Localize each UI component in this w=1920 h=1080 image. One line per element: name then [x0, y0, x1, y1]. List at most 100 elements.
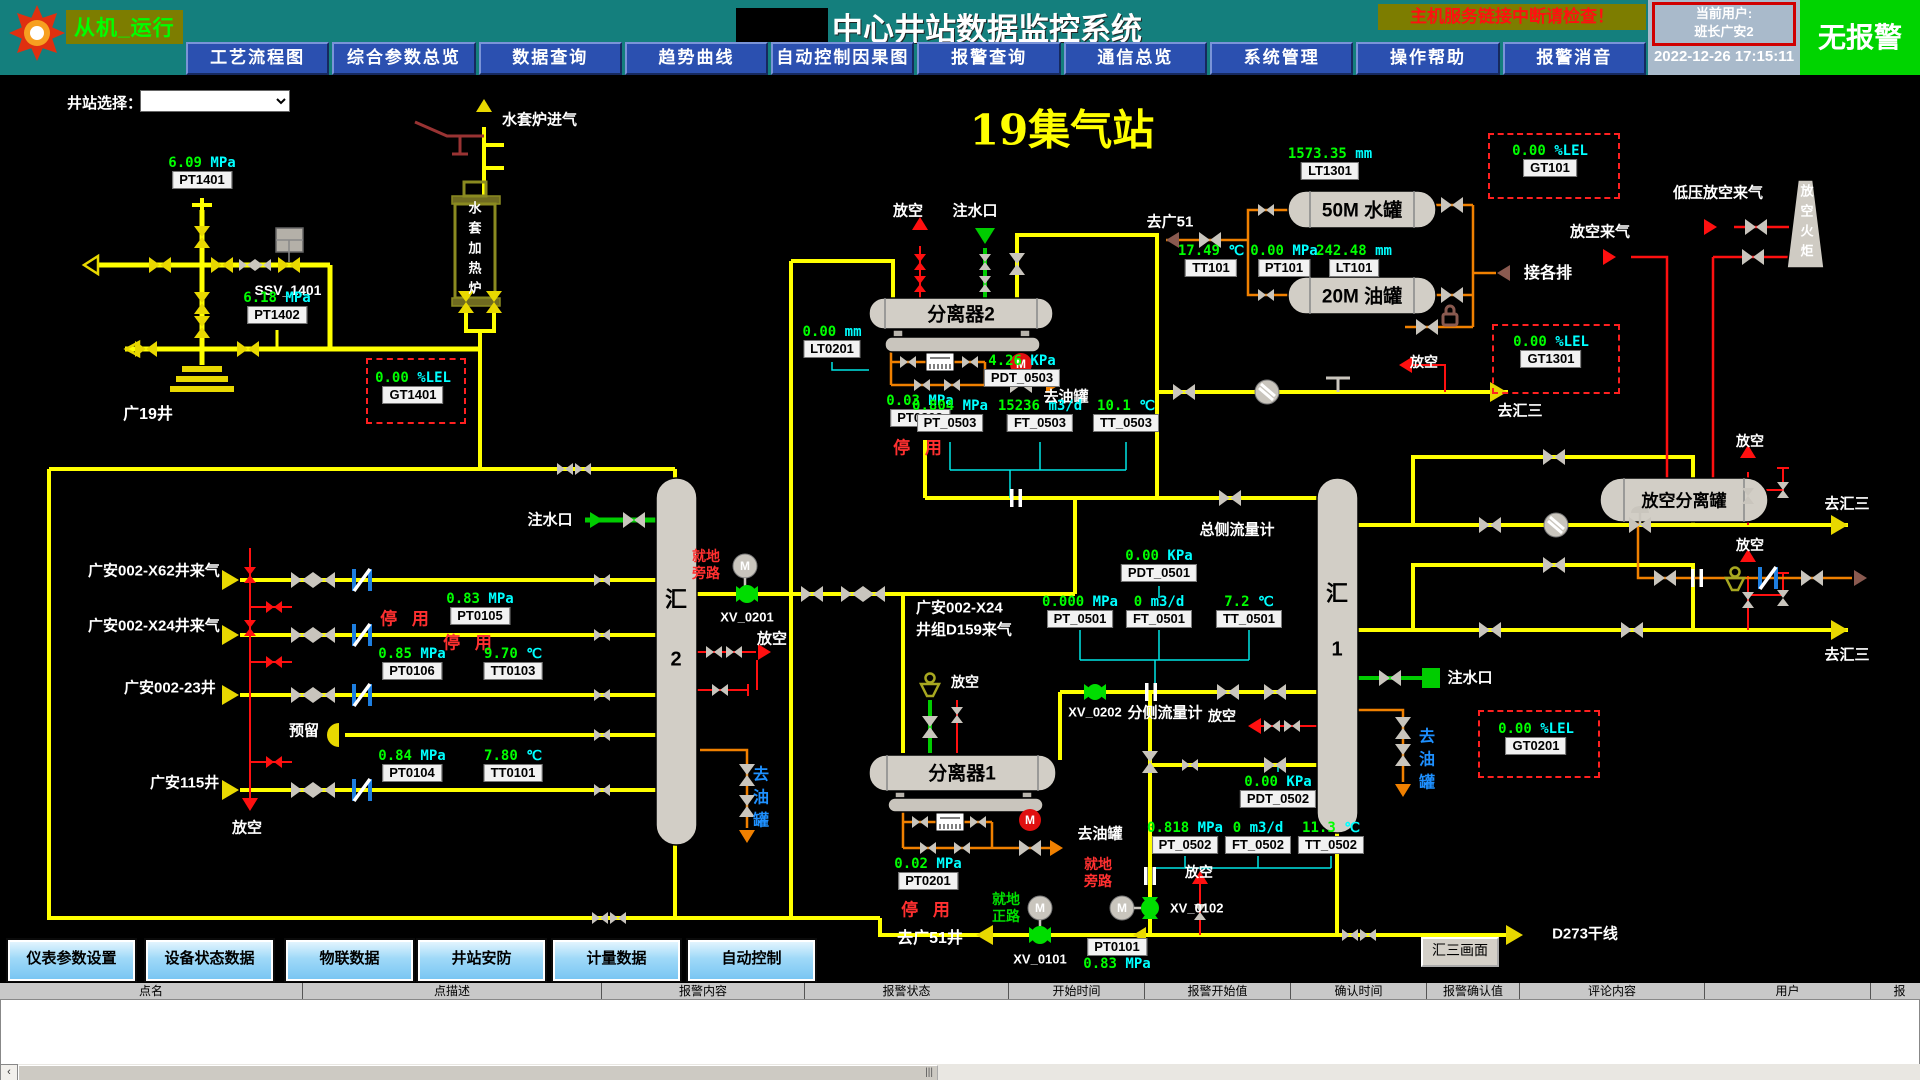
instrument-FT_0503[interactable]: 15236 m3/dFT_0503	[998, 398, 1082, 432]
bottom-button-5[interactable]: 计量数据	[551, 938, 682, 983]
instrument-GT1401[interactable]: 0.00 %LELGT1401	[375, 370, 451, 404]
reserved-cap	[327, 723, 339, 747]
alarm-table-header: 点名点描述报警内容报警状态开始时间报警开始值确认时间报警确认值评论内容用户报	[0, 982, 1920, 1000]
instrument-PT_0501[interactable]: 0.000 MPaPT_0501	[1042, 594, 1118, 628]
manifold-hui2	[656, 478, 697, 845]
instrument-PT1401[interactable]: 6.09 MPaPT1401	[168, 155, 235, 189]
alarm-col-报警内容: 报警内容	[602, 983, 805, 1000]
instrument-LT1301[interactable]: 1573.35 mmLT1301	[1288, 146, 1372, 180]
inject-funnel	[975, 228, 995, 244]
scrollbar-thumb[interactable]: |||	[18, 1065, 938, 1080]
valve[interactable]	[863, 586, 885, 602]
bottom-button-3[interactable]: 物联数据	[284, 938, 415, 983]
drain-valve[interactable]	[739, 795, 755, 817]
wellhead-valve[interactable]	[255, 259, 271, 271]
hmi-app: 从机_运行 中心井站数据监控系统 主机服务链接中断请检查！ 当前用户: 班长广安…	[0, 0, 1920, 1080]
instrument-TT0103[interactable]: 9.70 ℃TT0103	[484, 646, 543, 680]
vent-valve[interactable]	[266, 756, 282, 768]
valve[interactable]	[801, 586, 823, 602]
instrument-PT101[interactable]: 0.00 MPaPT101	[1250, 243, 1317, 277]
station-selector[interactable]	[140, 90, 290, 112]
xv-0101-valve[interactable]	[1028, 896, 1052, 944]
valves	[84, 99, 1867, 945]
vent-valve[interactable]	[726, 646, 742, 658]
valve[interactable]	[575, 463, 591, 475]
instrument-FT_0501[interactable]: 0 m3/dFT_0501	[1126, 594, 1192, 628]
instrument-PT0201[interactable]: 0.02 MPaPT0201	[894, 856, 961, 890]
oil-arrow	[1395, 784, 1411, 797]
instrument-TT_0501[interactable]: 7.2 ℃TT_0501	[1216, 594, 1282, 628]
instrument-PT0106[interactable]: 0.85 MPaPT0106	[378, 646, 445, 680]
valve[interactable]	[557, 463, 573, 475]
drain-funnel-icon	[1726, 568, 1744, 591]
vent-arrow	[758, 644, 771, 660]
wellhead-valve[interactable]	[239, 259, 255, 271]
alarm-col-评论内容: 评论内容	[1520, 983, 1705, 1000]
scrollbar-left-button[interactable]: ‹	[0, 1064, 18, 1080]
instrument-PDT_0502[interactable]: 0.00 KPaPDT_0502	[1240, 774, 1316, 808]
vent-valve[interactable]	[706, 646, 722, 658]
alarm-col-点描述: 点描述	[303, 983, 602, 1000]
instrument-LT101[interactable]: 242.48 mmLT101	[1316, 243, 1392, 277]
vent-valve[interactable]	[266, 601, 282, 613]
instrument-LT0201[interactable]: 0.00 mmLT0201	[802, 324, 861, 358]
instrument-GT0201[interactable]: 0.00 %LELGT0201	[1498, 721, 1574, 755]
valve[interactable]	[841, 586, 863, 602]
bottom-button-2[interactable]: 设备状态数据	[144, 938, 275, 983]
instrument-PT_0502[interactable]: 0.818 MPaPT_0502	[1147, 820, 1223, 854]
wellhead-valve[interactable]	[194, 226, 210, 248]
instrument-TT101[interactable]: 17.49 ℃TT101	[1178, 243, 1244, 277]
wellhead-valve[interactable]	[149, 257, 171, 273]
alarm-table-body	[0, 999, 1920, 1065]
water-inject-arrow	[590, 512, 603, 528]
drain-valve[interactable]	[739, 764, 755, 786]
flare-stack	[1787, 180, 1824, 268]
bottom-button-6[interactable]: 自动控制	[686, 938, 817, 983]
separator-2	[869, 298, 1053, 329]
wellhead-valve[interactable]	[211, 257, 233, 273]
valve[interactable]	[592, 912, 608, 924]
valve[interactable]	[610, 912, 626, 924]
bottom-button-1[interactable]: 仪表参数设置	[6, 938, 137, 983]
instrument-TT_0502[interactable]: 11.3 ℃TT_0502	[1298, 820, 1364, 854]
wellhead-valve[interactable]	[237, 341, 259, 357]
instrument-GT1301[interactable]: 0.00 %LELGT1301	[1513, 334, 1589, 368]
instrument-PT0104[interactable]: 0.84 MPaPT0104	[378, 748, 445, 782]
to-drain-header-arrow	[1497, 265, 1510, 281]
instrument-PT0105[interactable]: 0.83 MPaPT0105	[446, 591, 513, 625]
instrument-PT1402[interactable]: 6.18 MPaPT1402	[243, 290, 310, 324]
xv-0102-valve[interactable]	[1110, 896, 1159, 920]
horizontal-scrollbar[interactable]: ‹ |||	[0, 1064, 1920, 1080]
oil-arrow	[1050, 840, 1063, 856]
alarm-col-报警状态: 报警状态	[805, 983, 1009, 1000]
vessels	[170, 180, 1824, 845]
instrument-PT_0503[interactable]: 0.804 MPaPT_0503	[912, 398, 988, 432]
hui3-screen-button[interactable]: 汇三画面	[1421, 937, 1499, 967]
lock-icon	[1443, 306, 1457, 325]
instrument-FT_0502[interactable]: 0 m3/dFT_0502	[1225, 820, 1291, 854]
xv-0202-valve[interactable]	[1084, 684, 1106, 700]
valve[interactable]	[623, 512, 645, 528]
alarm-col-点名: 点名	[0, 983, 303, 1000]
alarm-col-报: 报	[1871, 983, 1920, 1000]
vent-arrow	[912, 217, 928, 230]
wellhead-valve[interactable]	[194, 292, 210, 314]
instrument-TT0101[interactable]: 7.80 ℃TT0101	[484, 748, 543, 782]
pump-motor-icon	[1019, 809, 1041, 831]
separator-1	[869, 755, 1056, 791]
process-diagram	[0, 0, 1920, 1080]
vent-arrow	[1192, 871, 1208, 884]
station-selector-label: 井站选择：	[67, 92, 142, 113]
instrument-PDT_0503[interactable]: 4.26 KPaPDT_0503	[984, 353, 1060, 387]
wellhead-valve[interactable]	[194, 316, 210, 338]
control-valve[interactable]	[1629, 506, 1651, 533]
instrument-GT101[interactable]: 0.00 %LELGT101	[1512, 143, 1588, 177]
vent-valve[interactable]	[266, 656, 282, 668]
vent-valve[interactable]	[712, 684, 728, 696]
instrument-TT_0503[interactable]: 10.1 ℃TT_0503	[1093, 398, 1159, 432]
alarm-col-开始时间: 开始时间	[1009, 983, 1145, 1000]
instrument-PDT_0501[interactable]: 0.00 KPaPDT_0501	[1121, 548, 1197, 582]
xv-0201-valve[interactable]	[733, 554, 758, 603]
bottom-button-4[interactable]: 井站安防	[416, 938, 547, 983]
instrument-PT0101[interactable]: PT01010.83 MPa	[1083, 938, 1150, 972]
